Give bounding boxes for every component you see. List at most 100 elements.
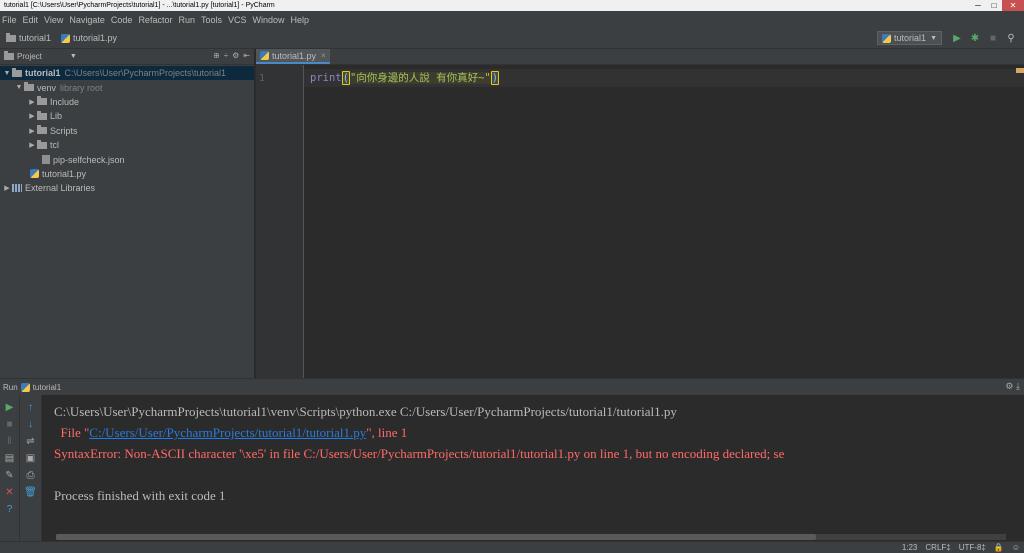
code-open-paren: ( — [341, 71, 350, 85]
json-file-icon — [42, 155, 50, 165]
gear-icon[interactable]: ⚙ — [232, 51, 239, 60]
trash-icon[interactable]: 🗑 — [22, 484, 40, 501]
project-panel-title[interactable]: Project — [17, 52, 42, 61]
python-file-icon — [260, 51, 269, 60]
python-file-icon — [30, 169, 39, 179]
close-button[interactable]: ✕ — [1002, 0, 1024, 11]
minimize-button[interactable]: ─ — [970, 0, 986, 11]
menu-navigate[interactable]: Navigate — [69, 15, 105, 25]
tree-item-tutorial1-py[interactable]: tutorial1.py — [0, 167, 254, 181]
collapse-arrow-icon[interactable]: ▶ — [2, 184, 12, 192]
run-icon[interactable]: ▶ — [950, 33, 964, 44]
sync-icon[interactable]: ⊕ — [213, 51, 220, 60]
project-tree: ▼ tutorial1 C:\Users\User\PycharmProject… — [0, 65, 254, 196]
collapse-arrow-icon[interactable]: ▶ — [27, 127, 37, 135]
hide-icon[interactable]: ⇤ — [243, 51, 250, 60]
tree-item-external-libraries[interactable]: ▶ External Libraries — [0, 181, 254, 195]
folder-icon — [24, 82, 34, 92]
code-line-1[interactable]: print("向你身邊的人說 有你真好~") — [310, 71, 500, 85]
debug-icon[interactable]: ✱ — [968, 33, 982, 44]
close-tab-icon[interactable]: × — [321, 51, 326, 60]
tree-item-pip-selfcheck[interactable]: pip-selfcheck.json — [0, 152, 254, 166]
folder-icon — [6, 32, 16, 42]
menu-refactor[interactable]: Refactor — [138, 15, 172, 25]
collapse-arrow-icon[interactable]: ▶ — [27, 141, 37, 149]
close-icon[interactable]: ✕ — [1, 484, 19, 501]
expand-arrow-icon[interactable]: ▼ — [2, 70, 12, 77]
scrollbar-thumb[interactable] — [56, 534, 816, 540]
cursor-position[interactable]: 1:23 — [902, 542, 918, 553]
collapse-icon[interactable]: ÷ — [224, 51, 228, 60]
pin-icon[interactable]: ✎ — [1, 467, 19, 484]
help-icon[interactable]: ? — [1, 501, 19, 518]
lock-icon[interactable]: 🔒 — [994, 542, 1004, 553]
tree-item-lib[interactable]: ▶ Lib — [0, 109, 254, 123]
menu-bar: File Edit View Navigate Code Refactor Ru… — [0, 11, 1024, 28]
menu-vcs[interactable]: VCS — [228, 15, 247, 25]
maximize-button[interactable]: □ — [986, 0, 1002, 11]
code-close-paren: ) — [490, 71, 500, 85]
menu-edit[interactable]: Edit — [23, 15, 39, 25]
python-file-icon — [20, 382, 30, 392]
tree-external-label: External Libraries — [25, 183, 96, 194]
window-controls: ─ □ ✕ — [970, 0, 1024, 11]
console-file-line: File "C:/Users/User/PycharmProjects/tuto… — [54, 425, 408, 440]
print-icon[interactable]: ⎙ — [22, 467, 40, 484]
tree-root-path: C:\Users\User\PycharmProjects\tutorial1 — [64, 68, 227, 79]
scroll-to-end-icon[interactable]: ▣ — [22, 450, 40, 467]
stop-icon[interactable]: ■ — [986, 33, 1000, 44]
console-horizontal-scrollbar[interactable] — [56, 534, 1006, 540]
menu-help[interactable]: Help — [291, 15, 310, 25]
tree-include-label: Include — [50, 96, 80, 107]
pause-icon[interactable]: ‖ — [1, 433, 19, 450]
tree-root-label: tutorial1 — [25, 68, 61, 79]
soft-wrap-icon[interactable]: ⇌ — [22, 433, 40, 450]
run-config-dropdown[interactable]: tutorial1 ▼ — [877, 31, 942, 45]
warning-marker[interactable] — [1016, 68, 1024, 73]
line-separator[interactable]: CRLF‡ — [925, 542, 950, 553]
run-toolbar-secondary: ↑ ↓ ⇌ ▣ ⎙ 🗑 — [20, 395, 42, 542]
tree-item-include[interactable]: ▶ Include — [0, 95, 254, 109]
tab-tutorial1-py[interactable]: tutorial1.py × — [256, 49, 330, 64]
inspector-icon[interactable]: ☺ — [1012, 542, 1020, 553]
editor-gutter: 1 — [256, 65, 304, 378]
status-bar: 1:23 CRLF‡ UTF-8‡ 🔒 ☺ — [0, 541, 1024, 553]
stop-icon[interactable]: ■ — [1, 416, 19, 433]
tree-item-venv[interactable]: ▼ venv library root — [0, 80, 254, 94]
up-arrow-icon[interactable]: ↑ — [22, 399, 40, 416]
python-file-icon — [61, 33, 71, 43]
editor-area: tutorial1.py × 1 print("向你身邊的人說 有你真好~") — [256, 49, 1024, 378]
console-file-link[interactable]: C:/Users/User/PycharmProjects/tutorial1/… — [89, 425, 366, 440]
navigation-bar: tutorial1 tutorial1.py tutorial1 ▼ ▶ ✱ ■… — [0, 28, 1024, 49]
console-output[interactable]: C:\Users\User\PycharmProjects\tutorial1\… — [54, 401, 784, 506]
run-panel: Run tutorial1 ⚙ ⤓ ▶ ■ ‖ ▤ ✎ ✕ ? ↑ ↓ ⇌ ▣ … — [0, 378, 1024, 542]
run-panel-config[interactable]: tutorial1 — [33, 383, 61, 392]
tree-item-tcl[interactable]: ▶ tcl — [0, 138, 254, 152]
run-panel-title: Run — [3, 382, 18, 392]
gear-icon[interactable]: ⚙ — [1005, 381, 1013, 391]
collapse-arrow-icon[interactable]: ▶ — [27, 112, 37, 120]
rerun-icon[interactable]: ▶ — [1, 399, 19, 416]
breadcrumb-file[interactable]: tutorial1.py — [61, 33, 117, 43]
expand-arrow-icon[interactable]: ▼ — [14, 84, 24, 91]
menu-code[interactable]: Code — [111, 15, 133, 25]
chevron-down-icon[interactable]: ▼ — [70, 53, 77, 60]
tree-item-root[interactable]: ▼ tutorial1 C:\Users\User\PycharmProject… — [0, 66, 254, 81]
file-encoding[interactable]: UTF-8‡ — [959, 542, 986, 553]
tree-item-scripts[interactable]: ▶ Scripts — [0, 124, 254, 138]
menu-view[interactable]: View — [44, 15, 63, 25]
menu-run[interactable]: Run — [178, 15, 195, 25]
menu-file[interactable]: File — [2, 15, 17, 25]
breadcrumb-file-label: tutorial1.py — [73, 33, 118, 43]
menu-tools[interactable]: Tools — [201, 15, 222, 25]
dump-threads-icon[interactable]: ▤ — [1, 450, 19, 467]
menu-window[interactable]: Window — [253, 15, 285, 25]
console-file-prefix: File " — [54, 425, 90, 440]
hide-panel-icon[interactable]: ⤓ — [1016, 381, 1020, 391]
window-title-bar: tutorial1 [C:\Users\User\PycharmProjects… — [0, 0, 1024, 11]
search-icon[interactable]: ⚲ — [1004, 33, 1018, 44]
down-arrow-icon[interactable]: ↓ — [22, 416, 40, 433]
breadcrumb-project[interactable]: tutorial1 — [6, 32, 51, 43]
collapse-arrow-icon[interactable]: ▶ — [27, 98, 37, 106]
tree-pip-label: pip-selfcheck.json — [53, 154, 125, 165]
